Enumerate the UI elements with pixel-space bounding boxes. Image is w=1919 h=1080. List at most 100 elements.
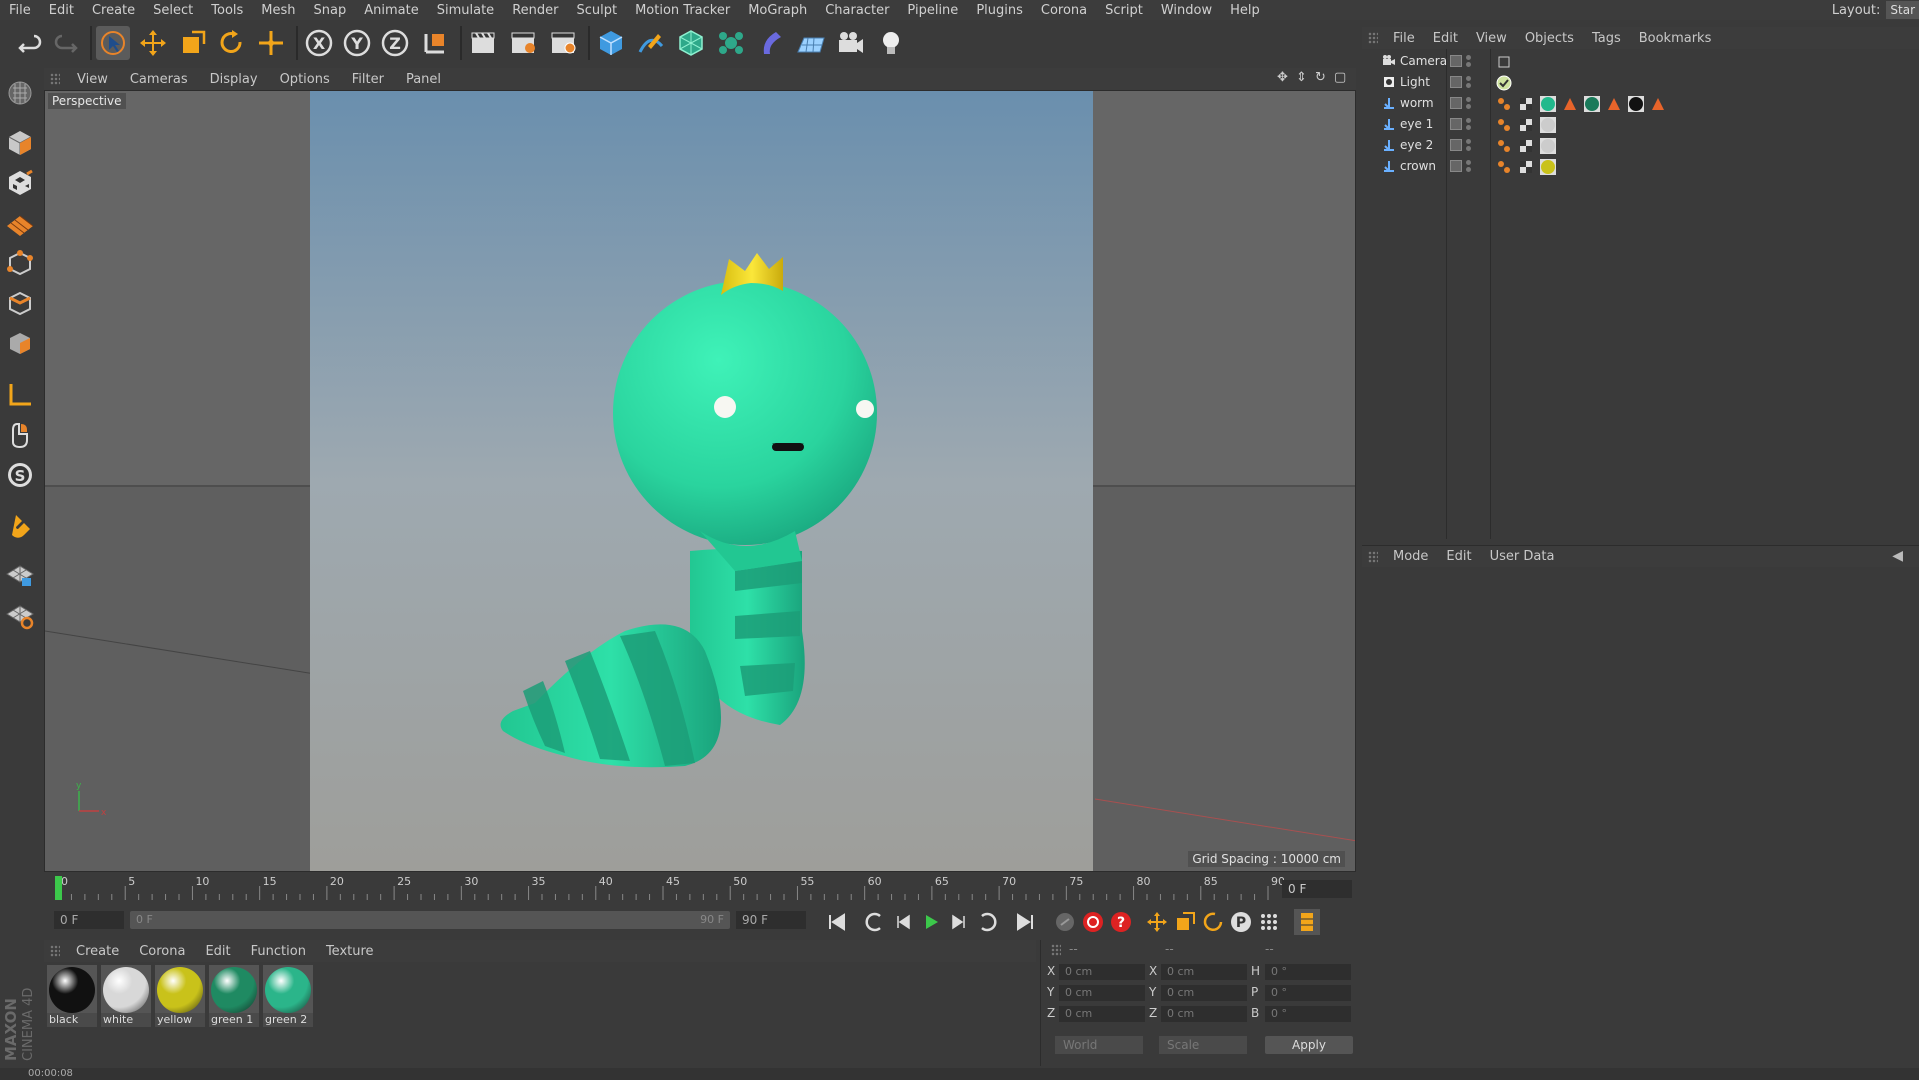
object-menu-objects[interactable]: Objects: [1516, 31, 1583, 46]
rot-p-field[interactable]: 0 °: [1265, 985, 1351, 1001]
visibility-toggle[interactable]: [1466, 158, 1472, 174]
key-scale-button[interactable]: [1172, 909, 1198, 935]
material-swatch[interactable]: green 1: [209, 965, 259, 1027]
go-to-end-button[interactable]: [1012, 909, 1038, 935]
object-menu-edit[interactable]: Edit: [1424, 31, 1467, 46]
x-axis-lock-button[interactable]: X: [302, 26, 336, 60]
visibility-toggle[interactable]: [1466, 74, 1472, 90]
size-z-field[interactable]: 0 cm: [1161, 1006, 1247, 1022]
subdivision-surface-button[interactable]: [674, 26, 708, 60]
material-menu-function[interactable]: Function: [241, 944, 316, 959]
attribute-menu-user-data[interactable]: User Data: [1481, 549, 1564, 564]
cone-tag[interactable]: [1562, 96, 1578, 112]
attribute-menu-mode[interactable]: Mode: [1384, 549, 1437, 564]
phong-tag[interactable]: [1496, 96, 1512, 112]
move-tool-button[interactable]: [136, 26, 170, 60]
go-to-start-button[interactable]: [824, 909, 850, 935]
keyframe-selection-button[interactable]: ?: [1108, 909, 1134, 935]
next-key-button[interactable]: [974, 909, 1000, 935]
darkgreen-material-tag[interactable]: [1584, 96, 1600, 112]
floor-object-button[interactable]: [794, 26, 828, 60]
material-menu-corona[interactable]: Corona: [129, 944, 195, 959]
menu-animate[interactable]: Animate: [355, 3, 427, 18]
next-frame-button[interactable]: [946, 909, 972, 935]
axis-mode-button[interactable]: [3, 378, 37, 412]
menu-snap[interactable]: Snap: [305, 3, 356, 18]
object-menu-bookmarks[interactable]: Bookmarks: [1630, 31, 1721, 46]
coordinate-mode-dropdown[interactable]: World: [1055, 1036, 1143, 1054]
menu-simulate[interactable]: Simulate: [428, 3, 503, 18]
attribute-menu-edit[interactable]: Edit: [1437, 549, 1480, 564]
material-swatch[interactable]: green 2: [263, 965, 313, 1027]
menu-window[interactable]: Window: [1152, 3, 1221, 18]
menu-edit[interactable]: Edit: [40, 3, 83, 18]
rot-b-field[interactable]: 0 °: [1265, 1006, 1351, 1022]
workplane-lock-button[interactable]: [3, 558, 37, 592]
object-name[interactable]: worm: [1400, 96, 1434, 110]
pos-y-field[interactable]: 0 cm: [1059, 985, 1145, 1001]
tweak-mode-button[interactable]: [3, 418, 37, 452]
object-menu-file[interactable]: File: [1384, 31, 1424, 46]
menu-file[interactable]: File: [0, 3, 40, 18]
layout-selector[interactable]: Layout: Star: [1832, 0, 1919, 20]
object-row[interactable]: eye 1: [1362, 114, 1919, 135]
camera-tag[interactable]: [1496, 54, 1512, 70]
transform-tool-button[interactable]: [254, 26, 288, 60]
layer-checkbox[interactable]: [1450, 139, 1462, 151]
key-parameter-button[interactable]: P: [1228, 909, 1254, 935]
material-swatch[interactable]: yellow: [155, 965, 205, 1027]
menu-help[interactable]: Help: [1221, 3, 1269, 18]
viewport-move-icon[interactable]: ✥: [1277, 71, 1291, 85]
menu-character[interactable]: Character: [816, 3, 898, 18]
green-material-tag[interactable]: [1540, 96, 1556, 112]
visibility-toggle[interactable]: [1466, 137, 1472, 153]
menu-mesh[interactable]: Mesh: [252, 3, 304, 18]
black-material-tag[interactable]: [1628, 96, 1644, 112]
layer-checkbox[interactable]: [1450, 76, 1462, 88]
timeline-layout-button[interactable]: [1294, 909, 1320, 935]
render-picture-viewer-button[interactable]: [506, 26, 540, 60]
viewport-menu-panel[interactable]: Panel: [395, 72, 452, 87]
viewport-zoom-icon[interactable]: ⇕: [1296, 71, 1310, 85]
viewport-rotate-icon[interactable]: ↻: [1315, 71, 1329, 85]
texture-tag[interactable]: [1518, 138, 1534, 154]
layer-checkbox[interactable]: [1450, 55, 1462, 67]
end-frame-field[interactable]: 90 F: [736, 911, 806, 929]
material-menu-texture[interactable]: Texture: [316, 944, 384, 959]
key-rotation-button[interactable]: [1200, 909, 1226, 935]
menu-mograph[interactable]: MoGraph: [739, 3, 816, 18]
menu-select[interactable]: Select: [144, 3, 202, 18]
live-selection-button[interactable]: [96, 26, 130, 60]
menu-sculpt[interactable]: Sculpt: [567, 3, 626, 18]
object-menu-view[interactable]: View: [1467, 31, 1516, 46]
visibility-toggle[interactable]: [1466, 116, 1472, 132]
workplane-settings-button[interactable]: [3, 598, 37, 632]
viewport-menu-options[interactable]: Options: [269, 72, 341, 87]
render-settings-button[interactable]: [546, 26, 580, 60]
timeline-ruler[interactable]: 0 5 10 15 20 25 30 35 40 45 50 55 60 65 70 75 80 85 90: [54, 874, 1284, 902]
cloner-button[interactable]: [714, 26, 748, 60]
menu-motion-tracker[interactable]: Motion Tracker: [626, 3, 739, 18]
viewport-toggle-icon[interactable]: ▢: [1334, 71, 1348, 85]
polygons-mode-button[interactable]: [3, 326, 37, 360]
layer-checkbox[interactable]: [1450, 97, 1462, 109]
object-menu-tags[interactable]: Tags: [1583, 31, 1630, 46]
object-row[interactable]: crown: [1362, 156, 1919, 177]
size-x-field[interactable]: 0 cm: [1161, 964, 1247, 980]
model-mode-button[interactable]: [3, 126, 37, 160]
texture-tag[interactable]: [1518, 96, 1534, 112]
solo-button[interactable]: S: [3, 458, 37, 492]
rotate-tool-button[interactable]: [214, 26, 248, 60]
cone-tag[interactable]: [1606, 96, 1622, 112]
key-position-button[interactable]: [1144, 909, 1170, 935]
points-mode-button[interactable]: [3, 246, 37, 280]
viewport-menu-cameras[interactable]: Cameras: [119, 72, 199, 87]
rot-h-field[interactable]: 0 °: [1265, 964, 1351, 980]
edges-mode-button[interactable]: [3, 286, 37, 320]
texture-mode-button[interactable]: [3, 166, 37, 200]
menu-script[interactable]: Script: [1096, 3, 1152, 18]
cone-tag[interactable]: [1650, 96, 1666, 112]
deformer-button[interactable]: [754, 26, 788, 60]
texture-tag[interactable]: [1518, 159, 1534, 175]
menu-render[interactable]: Render: [503, 3, 567, 18]
